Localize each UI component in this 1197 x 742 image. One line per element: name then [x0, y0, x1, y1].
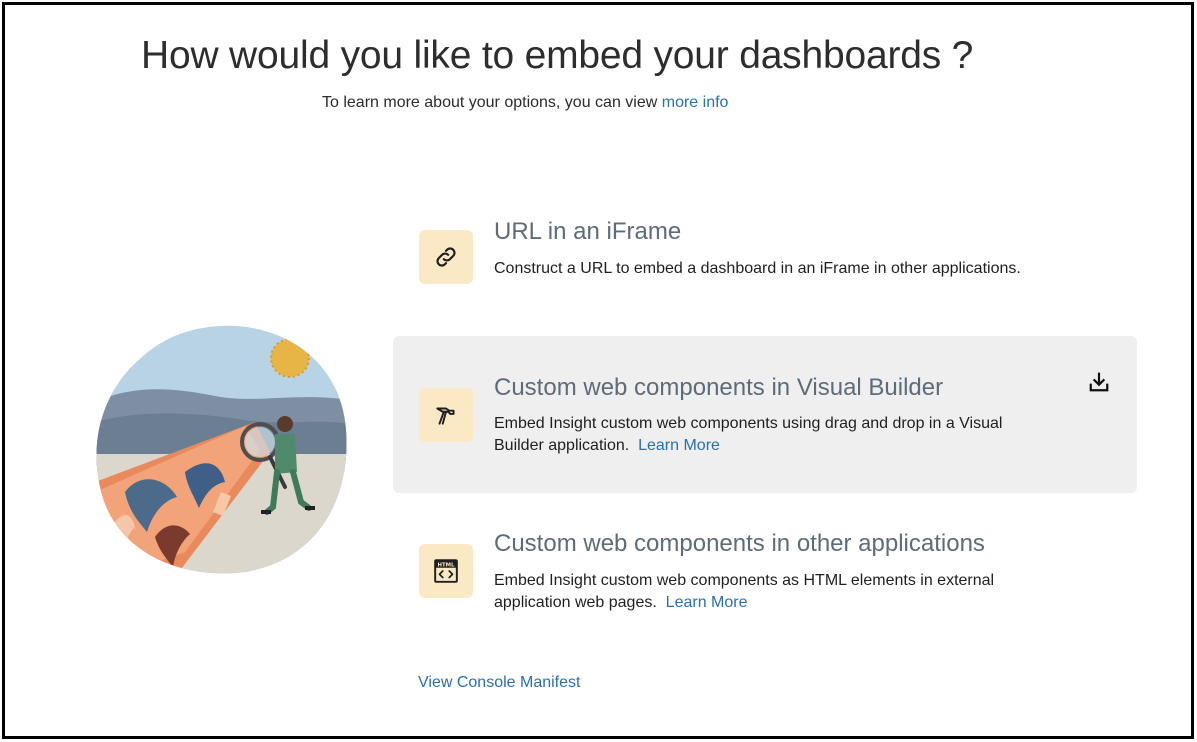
illustration-person-magnifier: [96, 325, 347, 574]
learn-more-link[interactable]: Learn More: [666, 594, 748, 611]
html-icon: HTML: [419, 544, 473, 598]
option-description: Embed Insight custom web components usin…: [494, 413, 1054, 457]
option-description-text: Construct a URL to embed a dashboard in …: [494, 260, 1021, 277]
page-subtitle: To learn more about your options, you ca…: [322, 94, 728, 112]
option-url-iframe[interactable]: URL in an iFrame Construct a URL to embe…: [393, 212, 1137, 312]
option-title: Custom web components in Visual Builder: [494, 374, 944, 401]
page-title: How would you like to embed your dashboa…: [141, 34, 974, 77]
subtitle-text: To learn more about your options, you ca…: [322, 94, 658, 111]
option-other-applications[interactable]: HTML Custom web components in other appl…: [393, 520, 1137, 630]
option-visual-builder[interactable]: Custom web components in Visual Builder …: [393, 336, 1137, 493]
more-info-link[interactable]: more info: [662, 94, 729, 111]
option-title: URL in an iFrame: [494, 218, 682, 245]
view-console-manifest-link[interactable]: View Console Manifest: [418, 674, 580, 692]
download-icon[interactable]: [1087, 370, 1111, 394]
svg-text:HTML: HTML: [437, 563, 455, 569]
hammer-icon: [419, 388, 473, 442]
option-description: Embed Insight custom web components as H…: [494, 570, 1054, 614]
option-description: Construct a URL to embed a dashboard in …: [494, 258, 1054, 280]
learn-more-link[interactable]: Learn More: [638, 437, 720, 454]
option-description-text: Embed Insight custom web components usin…: [494, 415, 1003, 454]
option-title: Custom web components in other applicati…: [494, 530, 985, 557]
link-icon: [419, 230, 473, 284]
